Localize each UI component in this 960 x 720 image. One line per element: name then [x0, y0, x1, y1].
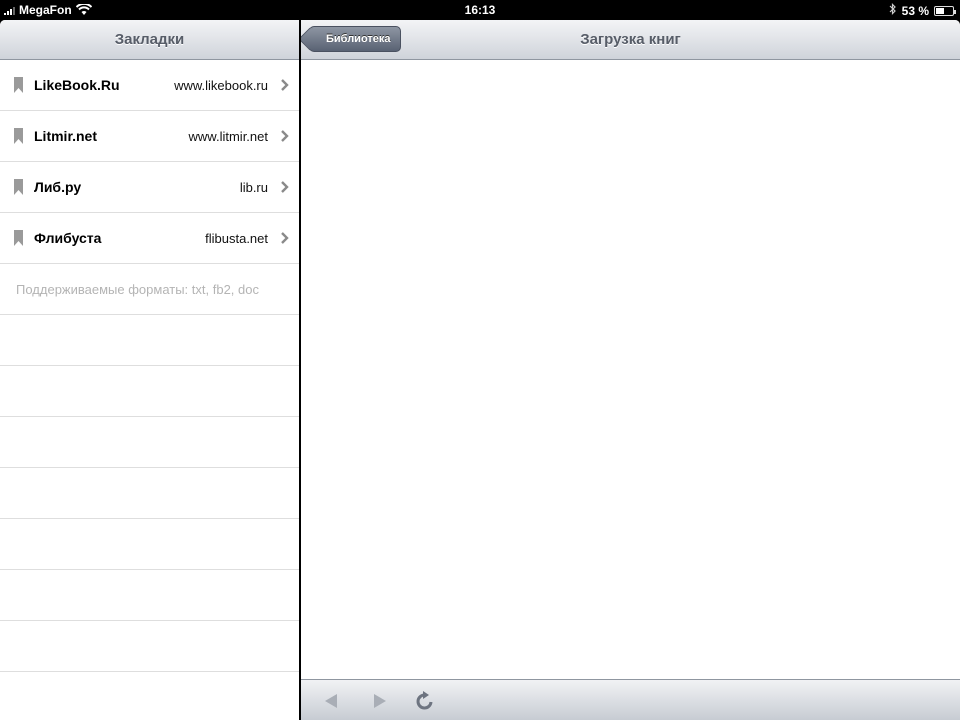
bookmark-title: Litmir.net — [34, 128, 98, 144]
formats-note: Поддерживаемые форматы: txt, fb2, doc — [16, 281, 259, 297]
bookmark-row[interactable]: Либ.ру lib.ru — [0, 162, 299, 213]
empty-row — [0, 315, 299, 366]
reload-icon[interactable] — [414, 690, 436, 712]
page-title: Загрузка книг — [580, 31, 681, 48]
bookmark-url: flibusta.net — [205, 230, 268, 246]
bookmark-title: Флибуста — [34, 230, 102, 246]
download-header: Библиотека Загрузка книг — [301, 20, 960, 60]
bookmark-icon — [14, 128, 23, 144]
bookmark-row[interactable]: Флибуста flibusta.net — [0, 213, 299, 264]
browser-toolbar — [301, 679, 960, 720]
download-panel: Библиотека Загрузка книг — [301, 20, 960, 720]
formats-row: Поддерживаемые форматы: txt, fb2, doc — [0, 264, 299, 315]
bookmark-title: LikeBook.Ru — [34, 77, 120, 93]
bookmark-icon — [14, 179, 23, 195]
bookmarks-list: LikeBook.Ru www.likebook.ru Litmir.net w… — [0, 60, 299, 720]
empty-row — [0, 672, 299, 720]
forward-arrow-icon[interactable] — [369, 690, 391, 712]
chevron-right-icon — [281, 232, 289, 244]
bookmark-row[interactable]: LikeBook.Ru www.likebook.ru — [0, 60, 299, 111]
empty-row — [0, 366, 299, 417]
empty-row — [0, 621, 299, 672]
bookmark-url: www.likebook.ru — [174, 77, 268, 93]
chevron-right-icon — [281, 181, 289, 193]
battery-icon — [934, 5, 956, 16]
web-content-area[interactable] — [301, 60, 960, 679]
battery-fill — [936, 7, 945, 14]
status-right: 53 % — [889, 3, 956, 18]
bookmarks-header: Закладки — [0, 20, 299, 60]
chevron-right-icon — [281, 79, 289, 91]
empty-row — [0, 519, 299, 570]
chevron-right-icon — [281, 130, 289, 142]
library-back-button[interactable]: Библиотека — [309, 26, 401, 52]
bookmark-title: Либ.ру — [34, 179, 82, 195]
back-arrow-icon[interactable] — [320, 690, 342, 712]
bookmark-url: lib.ru — [239, 179, 268, 195]
back-button-label: Библиотека — [326, 33, 391, 45]
empty-row — [0, 570, 299, 621]
empty-row — [0, 468, 299, 519]
bookmark-icon — [14, 230, 23, 246]
bookmark-url: www.litmir.net — [188, 128, 268, 144]
bluetooth-icon — [889, 3, 897, 18]
status-bar: MegaFon 16:13 53 % — [0, 0, 960, 20]
battery-percent: 53 % — [901, 3, 929, 18]
bookmark-icon — [14, 77, 23, 93]
bookmarks-panel: Закладки LikeBook.Ru www.likebook.ru Lit… — [0, 20, 299, 720]
status-time: 16:13 — [464, 3, 496, 17]
empty-row — [0, 417, 299, 468]
bookmark-row[interactable]: Litmir.net www.litmir.net — [0, 111, 299, 162]
